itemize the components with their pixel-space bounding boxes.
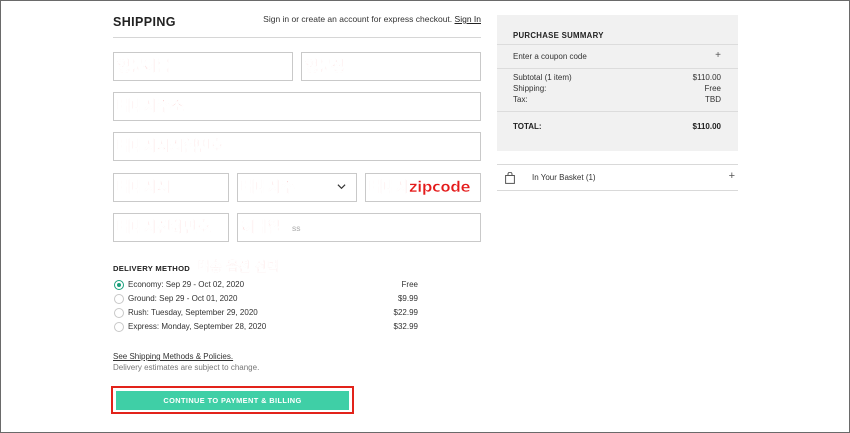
- subtotal-label: Subtotal (1 item): [513, 73, 572, 82]
- delivery-option-rush[interactable]: Rush: Tuesday, September 29, 2020 $22.99: [113, 307, 418, 321]
- subtotal-value: $110.00: [692, 73, 721, 82]
- address2-annotation: 배대지사서함번호: [117, 137, 225, 156]
- purchase-summary: PURCHASE SUMMARY Enter a coupon code + S…: [497, 15, 738, 151]
- address2-field[interactable]: 배대지사서함번호: [113, 132, 481, 161]
- delivery-estimate-note: Delivery estimates are subject to change…: [113, 363, 260, 372]
- phone-annotation: 배대지전화번호: [117, 218, 211, 237]
- last-name-field[interactable]: 영문성: [301, 52, 481, 81]
- plus-icon[interactable]: +: [715, 50, 721, 61]
- tax-value: TBD: [705, 95, 721, 104]
- shipping-policies-link[interactable]: See Shipping Methods & Policies.: [113, 352, 233, 361]
- delivery-option-price: $32.99: [393, 322, 418, 331]
- delivery-option-label: Rush: Tuesday, September 29, 2020: [128, 308, 258, 317]
- delivery-option-label: Ground: Sep 29 - Oct 01, 2020: [128, 294, 238, 303]
- shipping-label: Shipping:: [513, 84, 547, 93]
- state-annotation: 배대지주: [241, 178, 295, 197]
- page-title: SHIPPING: [113, 15, 176, 29]
- phone-field[interactable]: 배대지전화번호: [113, 213, 229, 242]
- zip-field[interactable]: 배대지zipcode: [365, 173, 481, 202]
- tax-label: Tax:: [513, 95, 528, 104]
- coupon-toggle[interactable]: Enter a coupon code: [513, 52, 587, 61]
- total-value: $110.00: [692, 122, 721, 131]
- total-label: TOTAL:: [513, 122, 542, 131]
- signin-prompt: Sign in or create an account for express…: [263, 14, 481, 24]
- delivery-annotation: 배송 옵션 선택: [198, 260, 279, 276]
- signin-link[interactable]: Sign In: [455, 14, 481, 24]
- last-name-annotation: 영문성: [305, 57, 346, 76]
- delivery-method-heading: DELIVERY METHOD: [113, 264, 191, 273]
- radio[interactable]: [114, 294, 124, 304]
- email-annotation: 이메일: [241, 218, 282, 237]
- signin-text: Sign in or create an account for express…: [263, 14, 453, 24]
- radio[interactable]: [114, 308, 124, 318]
- shipping-value: Free: [704, 84, 721, 93]
- basket-label: In Your Basket (1): [532, 173, 596, 182]
- divider: [497, 68, 738, 69]
- divider: [113, 37, 481, 38]
- email-placeholder: ss: [292, 223, 301, 233]
- city-field[interactable]: 배대지시: [113, 173, 229, 202]
- divider: [497, 44, 738, 45]
- delivery-option-label: Express: Monday, September 28, 2020: [128, 322, 267, 331]
- first-name-field[interactable]: 영문이름: [113, 52, 293, 81]
- delivery-option-price: $9.99: [397, 294, 418, 303]
- address-annotation: 배대지주소: [117, 97, 185, 116]
- shopping-bag-icon: [505, 172, 515, 184]
- shipping-row: Shipping: Free: [513, 84, 721, 93]
- email-field[interactable]: ss 이메일: [237, 213, 481, 242]
- chevron-down-icon: [337, 184, 346, 190]
- total-row: TOTAL: $110.00: [513, 122, 721, 131]
- radio-selected[interactable]: [114, 280, 124, 290]
- delivery-option-express[interactable]: Express: Monday, September 28, 2020 $32.…: [113, 321, 418, 335]
- continue-to-payment-button[interactable]: CONTINUE TO PAYMENT & BILLING: [116, 391, 349, 410]
- delivery-option-price: Free: [401, 280, 418, 289]
- delivery-option-price: $22.99: [393, 308, 418, 317]
- state-select[interactable]: 배대지주: [237, 173, 357, 202]
- basket-toggle[interactable]: In Your Basket (1) +: [497, 164, 738, 191]
- zip-annotation: 배대지zipcode: [369, 178, 471, 197]
- subtotal-row: Subtotal (1 item) $110.00: [513, 73, 721, 82]
- first-name-annotation: 영문이름: [117, 57, 171, 76]
- plus-icon[interactable]: +: [729, 170, 735, 182]
- summary-title: PURCHASE SUMMARY: [513, 31, 604, 40]
- city-annotation: 배대지시: [117, 178, 171, 197]
- delivery-option-label: Economy: Sep 29 - Oct 02, 2020: [128, 280, 245, 289]
- delivery-option-economy[interactable]: Economy: Sep 29 - Oct 02, 2020 Free: [113, 279, 418, 293]
- radio[interactable]: [114, 322, 124, 332]
- delivery-option-ground[interactable]: Ground: Sep 29 - Oct 01, 2020 $9.99: [113, 293, 418, 307]
- tax-row: Tax: TBD: [513, 95, 721, 104]
- divider: [497, 111, 738, 112]
- address-field[interactable]: 배대지주소: [113, 92, 481, 121]
